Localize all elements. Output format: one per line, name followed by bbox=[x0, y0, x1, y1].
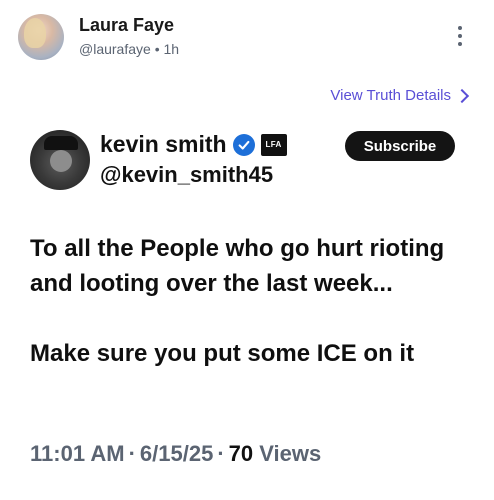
meta-separator: • bbox=[154, 41, 160, 57]
meta-dot: · bbox=[128, 441, 136, 466]
author-name[interactable]: Laura Faye bbox=[79, 15, 174, 36]
post-text-line1: To all the People who go hurt rioting an… bbox=[30, 235, 445, 297]
views-label: Views bbox=[259, 441, 322, 466]
views-count: 70 bbox=[228, 441, 254, 466]
post-body: To all the People who go hurt rioting an… bbox=[30, 231, 470, 371]
post-text-line2: Make sure you put some ICE on it bbox=[30, 340, 415, 367]
quoted-author-avatar[interactable] bbox=[30, 130, 90, 190]
view-truth-details-label: View Truth Details bbox=[330, 87, 451, 104]
post-date: 6/15/25 bbox=[139, 441, 214, 466]
lfa-logo: LFA bbox=[260, 133, 287, 156]
post-time: 11:01 AM bbox=[30, 441, 125, 466]
quoted-author-name[interactable]: kevin smith bbox=[100, 131, 227, 158]
view-truth-details-link[interactable]: View Truth Details bbox=[330, 87, 470, 104]
post-meta-row: 11:01 AM · 6/15/25 · 70 Views bbox=[30, 441, 321, 467]
verified-badge-icon bbox=[232, 133, 255, 156]
quoted-author-handle[interactable]: @kevin_smith45 bbox=[100, 162, 273, 188]
author-handle[interactable]: @laurafaye bbox=[79, 41, 151, 57]
author-meta: @laurafaye • 1h bbox=[79, 41, 179, 57]
quoted-author-name-row: kevin smith LFA bbox=[100, 131, 287, 158]
author-avatar[interactable] bbox=[18, 14, 64, 60]
subscribe-button[interactable]: Subscribe bbox=[345, 131, 455, 161]
more-vertical-icon[interactable] bbox=[452, 26, 468, 54]
post-age: 1h bbox=[163, 41, 180, 57]
chevron-right-icon bbox=[454, 88, 470, 104]
meta-dot: · bbox=[217, 441, 225, 466]
